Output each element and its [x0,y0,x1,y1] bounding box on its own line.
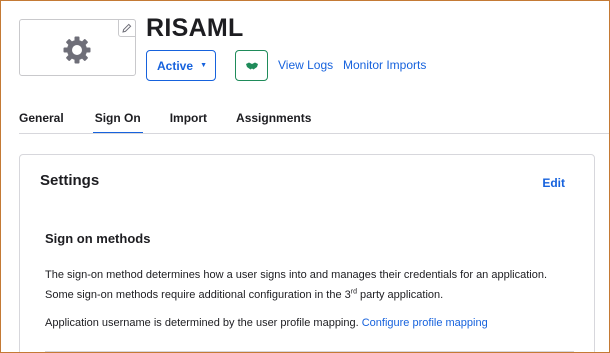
tabs-divider [19,133,610,134]
edit-settings-link[interactable]: Edit [542,176,565,190]
status-dropdown[interactable]: Active ▼ [146,50,216,81]
caret-down-icon: ▼ [200,62,207,69]
settings-panel: Settings Edit Sign on methods The sign-o… [19,154,595,353]
configure-profile-mapping-link[interactable]: Configure profile mapping [362,317,488,329]
app-logo [19,19,136,76]
sign-on-methods-title: Sign on methods [45,231,151,246]
status-label: Active [157,58,194,73]
tab-sign-on[interactable]: Sign On [92,108,143,134]
view-logs-link[interactable]: View Logs [278,58,333,72]
tab-import[interactable]: Import [170,108,207,134]
app-title: RISAML [146,14,244,42]
username-mapping-text: Application username is determined by th… [45,317,488,329]
section-divider [45,351,574,352]
tab-bar: General Sign On Import Assignments [19,108,311,134]
pencil-icon [122,23,132,33]
settings-title: Settings [40,172,100,189]
gear-icon [63,36,91,64]
handshake-icon [245,62,258,69]
tab-general[interactable]: General [19,108,64,134]
push-button[interactable] [235,50,268,81]
sign-on-description: The sign-on method determines how a user… [45,269,548,301]
monitor-imports-link[interactable]: Monitor Imports [343,58,426,72]
edit-logo-button[interactable] [118,19,136,37]
tab-assignments[interactable]: Assignments [236,108,311,134]
